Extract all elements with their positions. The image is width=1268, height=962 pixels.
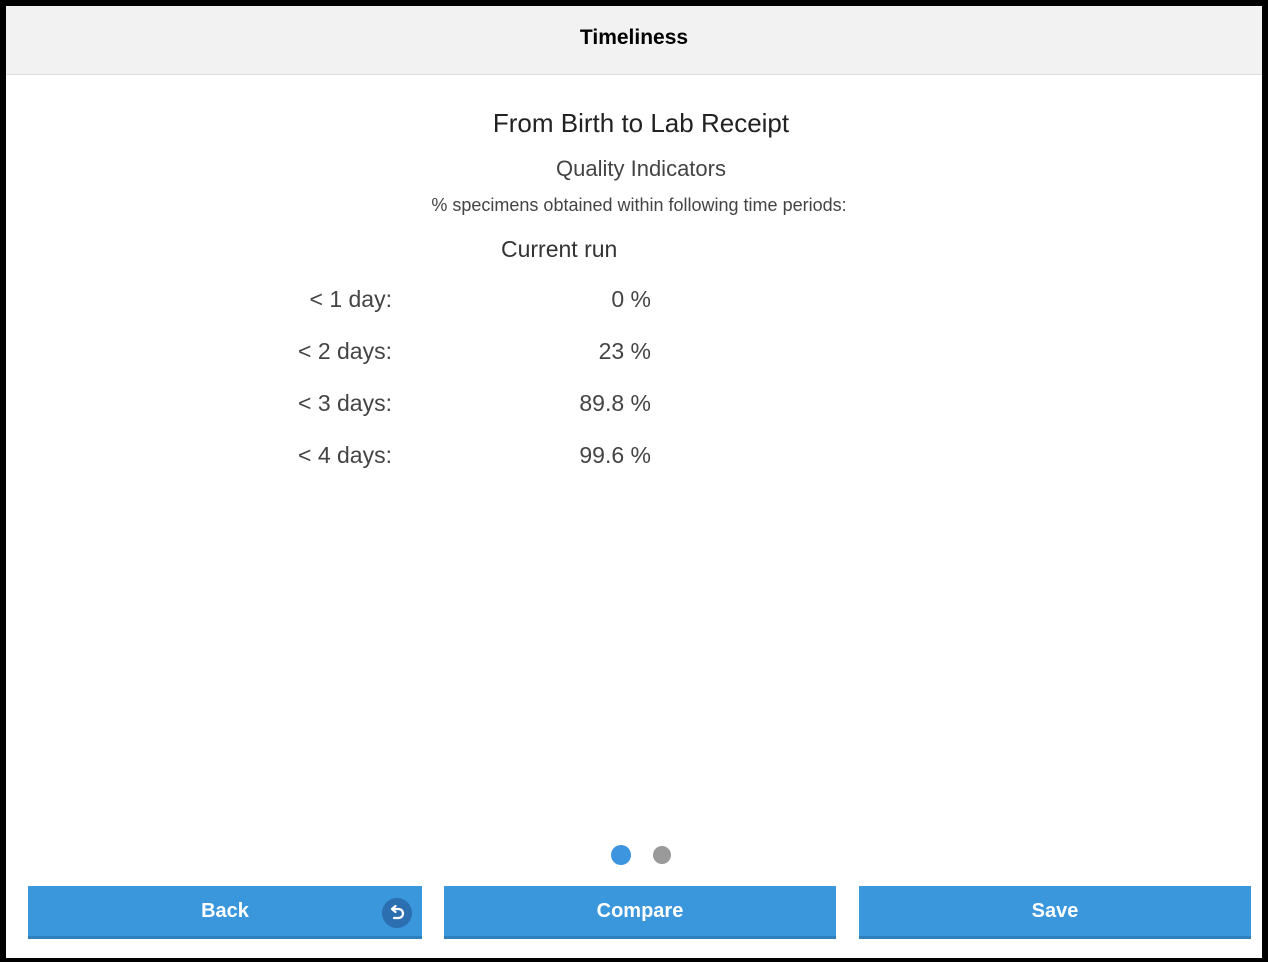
page-title: Timeliness	[579, 26, 689, 49]
page-dot-1-active[interactable]	[611, 845, 631, 865]
title-bar: Timeliness	[6, 6, 1262, 75]
back-button-label: Back	[201, 899, 249, 922]
page-dot-2[interactable]	[653, 846, 671, 864]
undo-icon	[382, 898, 412, 928]
compare-button-label: Compare	[596, 899, 684, 922]
subtitle: Quality Indicators	[556, 156, 726, 181]
row-label: < 2 days:	[298, 338, 392, 364]
table-row: < 1 day: 0 %	[6, 286, 1262, 326]
save-button[interactable]: Save	[859, 886, 1251, 939]
row-value: 0 %	[611, 286, 651, 312]
app-window: Timeliness From Birth to Lab Receipt Qua…	[0, 0, 1268, 962]
compare-button[interactable]: Compare	[444, 886, 836, 939]
page-indicator	[6, 845, 1262, 865]
row-value: 99.6 %	[579, 442, 651, 468]
row-value: 89.8 %	[579, 390, 651, 416]
description: % specimens obtained within following ti…	[431, 195, 847, 215]
row-label: < 4 days:	[298, 442, 392, 468]
back-button[interactable]: Back	[28, 886, 422, 939]
table-row: < 2 days: 23 %	[6, 338, 1262, 378]
save-button-label: Save	[1031, 899, 1079, 922]
section-title: From Birth to Lab Receipt	[492, 108, 790, 138]
column-header: Current run	[501, 236, 618, 262]
row-label: < 3 days:	[298, 390, 392, 416]
table-row: < 4 days: 99.6 %	[6, 442, 1262, 482]
row-label: < 1 day:	[309, 286, 392, 312]
row-value: 23 %	[598, 338, 651, 364]
table-row: < 3 days: 89.8 %	[6, 390, 1262, 430]
